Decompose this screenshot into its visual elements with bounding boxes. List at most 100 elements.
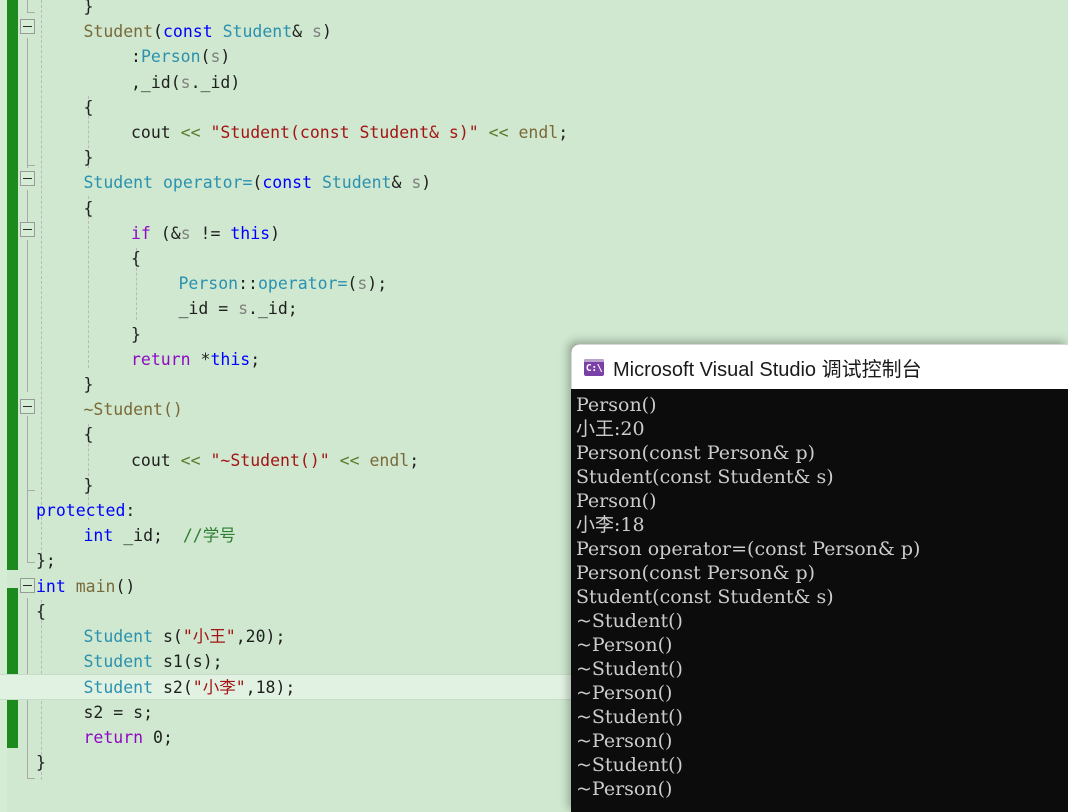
debug-console-window[interactable]: C:\ Microsoft Visual Studio 调试控制台 Person… (571, 344, 1068, 812)
code-token: Person (178, 274, 239, 294)
code-token: ~Student() (83, 400, 183, 420)
code-token: & (292, 22, 313, 42)
code-line[interactable]: Student operator=(const Student& s) (0, 170, 1068, 195)
code-token: ; (250, 349, 261, 369)
console-output-line: ~Student() (576, 610, 683, 632)
code-token: if (131, 223, 151, 243)
code-token: protected (36, 501, 126, 520)
code-token: s (238, 299, 249, 319)
code-token: Student (83, 173, 154, 193)
console-output-line: 小李:18 (576, 514, 645, 536)
code-line[interactable]: :Person(s) (0, 44, 1068, 69)
code-token: ,20); (235, 627, 286, 646)
code-token: s (411, 173, 422, 193)
console-output-line: Person operator=(const Person& p) (576, 538, 921, 560)
code-token: operator= (162, 173, 253, 193)
console-title-bar[interactable]: C:\ Microsoft Visual Studio 调试控制台 (571, 344, 1068, 389)
code-token: ,_id( (131, 72, 181, 92)
code-token: int (83, 526, 114, 546)
code-token: const (262, 173, 312, 193)
code-token: _id = (178, 299, 239, 319)
code-token: "小王" (182, 627, 236, 646)
console-output-line: Person(const Person& p) (576, 442, 816, 464)
code-line[interactable]: { (0, 95, 1068, 120)
code-line[interactable]: ,_id(s._id) (0, 70, 1068, 95)
code-token: ( (347, 274, 358, 294)
code-line[interactable]: _id = s._id; (0, 296, 1068, 321)
console-window-title: Microsoft Visual Studio 调试控制台 (613, 358, 922, 381)
code-token: "Student(const Student& s)" (210, 123, 479, 142)
code-line[interactable]: } (0, 145, 1068, 170)
code-line[interactable]: if (&s != this) (0, 221, 1068, 246)
code-token: ._id) (190, 72, 241, 92)
code-token: this (230, 223, 271, 243)
code-token: { (83, 425, 94, 445)
code-token: ( (153, 22, 163, 42)
code-token: } (83, 475, 94, 495)
code-token: << (180, 123, 201, 142)
code-token: s2 = s; (83, 702, 154, 722)
code-token: { (83, 97, 94, 117)
code-token: << (180, 450, 201, 470)
code-line[interactable]: } (0, 322, 1068, 347)
code-token: Person (140, 47, 201, 67)
code-token: "小李" (192, 678, 246, 698)
code-token: main (75, 576, 116, 596)
code-token: () (115, 576, 136, 596)
code-token: ); (367, 274, 388, 294)
code-token: Student (83, 627, 154, 646)
code-token: ( (252, 173, 263, 193)
code-token: s (180, 72, 191, 92)
code-line[interactable]: Student(const Student& s) (0, 19, 1068, 44)
code-token: : (131, 47, 141, 67)
code-token: return (131, 349, 191, 369)
console-output-line: ~Person() (576, 634, 673, 656)
code-token: } (36, 753, 46, 772)
screen-root: } Student(const Student& s):Person(s) ,_id… (0, 0, 1068, 812)
code-token: != (190, 223, 231, 243)
code-token: ) (421, 173, 432, 193)
command-prompt-icon: C:\ (584, 358, 604, 376)
code-token: s (210, 47, 221, 67)
code-token: s( (153, 627, 183, 646)
code-token: this (210, 349, 251, 369)
code-token: } (83, 375, 94, 394)
code-token: } (83, 148, 94, 168)
code-token: { (131, 249, 141, 268)
code-token: 0; (143, 727, 173, 747)
code-line[interactable]: Person::operator=(s); (0, 271, 1068, 296)
console-output-line: 小王:20 (576, 418, 645, 440)
code-line[interactable]: { (0, 196, 1068, 221)
code-token: << (488, 123, 509, 142)
code-token: }; (36, 551, 56, 571)
code-token: Student (222, 22, 293, 42)
code-token: operator= (257, 274, 348, 294)
code-line[interactable]: } (0, 0, 1068, 19)
code-line[interactable]: { (0, 246, 1068, 271)
code-token: cout (131, 450, 181, 470)
code-token: ; (409, 450, 420, 470)
console-output-line: Student(const Student& s) (576, 466, 834, 488)
code-token: ( (200, 47, 211, 67)
console-output-line: ~Student() (576, 754, 683, 776)
console-output-line: Student(const Student& s) (576, 586, 834, 608)
code-token: * (190, 349, 211, 369)
console-output-area[interactable]: Person() 小王:20 Person(const Person& p) Stud… (571, 389, 1068, 812)
console-output-line: Person(const Person& p) (576, 562, 816, 584)
code-token: s (180, 223, 191, 243)
code-line[interactable]: cout << "Student(const Student& s)" << e… (0, 120, 1068, 145)
code-token: s (312, 22, 322, 42)
code-token: { (36, 601, 46, 621)
code-token: ,18); (245, 678, 296, 698)
code-token: s (357, 274, 368, 294)
code-token: } (131, 324, 141, 344)
console-output-line: ~Student() (576, 658, 683, 680)
console-output-line: Person() (576, 490, 657, 512)
code-token: ) (321, 22, 332, 42)
